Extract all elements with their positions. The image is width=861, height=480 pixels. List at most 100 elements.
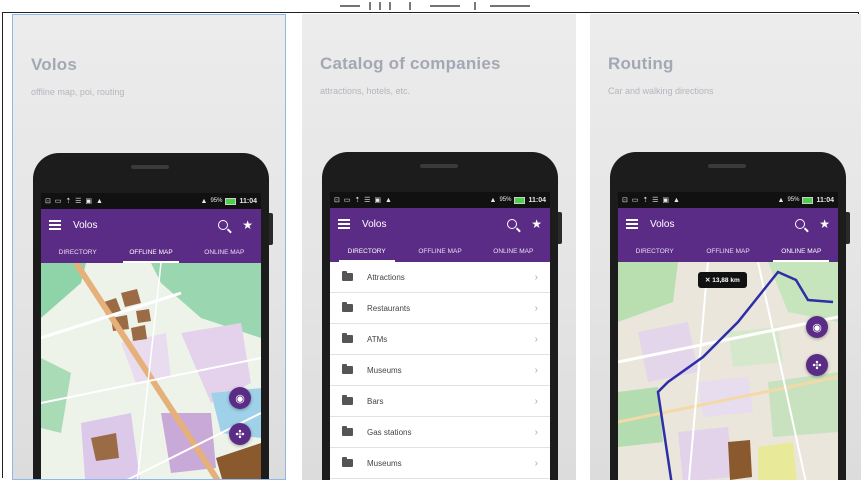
- star-icon[interactable]: ★: [242, 218, 253, 232]
- tab-directory[interactable]: DIRECTORY: [330, 240, 403, 262]
- status-time: 11:04: [528, 196, 546, 204]
- signal-icon: ▲: [489, 196, 497, 204]
- locate-button[interactable]: ◉: [229, 387, 251, 409]
- list-item[interactable]: Attractions ›: [330, 262, 550, 293]
- status-time: 11:04: [239, 197, 257, 205]
- status-notification-icons: ⊡ ▭ ⇡ ☰ ▣ ▲: [334, 197, 393, 204]
- online-map[interactable]: [618, 262, 838, 480]
- move-icon: ✣: [235, 428, 245, 441]
- folder-icon: [342, 395, 353, 405]
- move-button[interactable]: ✣: [806, 354, 828, 376]
- phone-side-button: [846, 212, 850, 244]
- online-map-view[interactable]: ✕ 13,88 km ◉ ✣: [618, 262, 838, 480]
- phone-mockup: ⊡ ▭ ⇡ ☰ ▣ ▲ ▲ 95% 11:04 Volos ★ DIRECTOR…: [322, 152, 562, 480]
- tab-online-map[interactable]: ONLINE MAP: [188, 241, 261, 263]
- locate-icon: ◉: [812, 321, 822, 334]
- screenshot-card-catalog: Catalog of companies attractions, hotels…: [302, 14, 576, 480]
- status-notification-icons: ⊡ ▭ ⇡ ☰ ▣ ▲: [622, 197, 681, 204]
- list-item[interactable]: Gas stations ›: [330, 417, 550, 448]
- battery-percent: 95%: [787, 197, 800, 203]
- phone-screen: ⊡ ▭ ⇡ ☰ ▣ ▲ ▲ 95% 11:04 Volos ★ DIRECTOR…: [330, 192, 550, 480]
- status-bar: ⊡ ▭ ⇡ ☰ ▣ ▲ ▲ 95% 11:04: [330, 192, 550, 208]
- app-bar: Volos ★: [618, 208, 838, 240]
- list-item[interactable]: Restaurants ›: [330, 293, 550, 324]
- tab-online-map[interactable]: ONLINE MAP: [477, 240, 550, 262]
- status-time: 11:04: [816, 196, 834, 204]
- screenshot-card-volos: Volos offline map, poi, routing ⊡ ▭ ⇡ ☰ …: [12, 14, 286, 480]
- chevron-right-icon: ›: [534, 457, 538, 469]
- chevron-right-icon: ›: [534, 271, 538, 283]
- list-item[interactable]: Museums ›: [330, 355, 550, 386]
- status-bar: ⊡ ▭ ⇡ ☰ ▣ ▲ ▲ 95% 11:04: [618, 192, 838, 208]
- folder-icon: [342, 302, 353, 312]
- tab-offline-map[interactable]: OFFLINE MAP: [691, 240, 764, 262]
- card-title: Routing: [608, 54, 674, 73]
- battery-percent: 95%: [499, 197, 512, 203]
- battery-percent: 95%: [210, 198, 223, 204]
- list-item[interactable]: Bars ›: [330, 386, 550, 417]
- chevron-right-icon: ›: [534, 364, 538, 376]
- phone-mockup: ⊡ ▭ ⇡ ☰ ▣ ▲ ▲ 95% 11:04 Volos ★ DIRECTOR…: [610, 152, 850, 480]
- signal-icon: ▲: [777, 196, 785, 204]
- phone-speaker: [420, 164, 458, 168]
- tab-offline-map[interactable]: OFFLINE MAP: [114, 241, 187, 263]
- folder-icon: [342, 426, 353, 436]
- directory-list: Attractions › Restaurants › ATMs › Museums ›…: [330, 262, 550, 480]
- tab-bar: DIRECTORY OFFLINE MAP ONLINE MAP: [41, 241, 261, 263]
- menu-icon[interactable]: [49, 220, 61, 230]
- app-bar: Volos ★: [41, 209, 261, 241]
- phone-speaker: [131, 165, 169, 169]
- battery-icon: [514, 196, 526, 204]
- phone-mockup: ⊡ ▭ ⇡ ☰ ▣ ▲ ▲ 95% 11:04 Volos ★ DIRECTOR…: [33, 153, 273, 480]
- move-button[interactable]: ✣: [229, 423, 251, 445]
- card-subtitle: offline map, poi, routing: [31, 87, 125, 97]
- status-notification-icons: ⊡ ▭ ⇡ ☰ ▣ ▲: [45, 198, 104, 205]
- screenshot-card-routing: Routing Car and walking directions ⊡ ▭ ⇡…: [590, 14, 861, 480]
- list-item[interactable]: ATMs ›: [330, 324, 550, 355]
- tab-offline-map[interactable]: OFFLINE MAP: [403, 240, 476, 262]
- menu-icon[interactable]: [338, 219, 350, 229]
- phone-side-button: [269, 213, 273, 245]
- route-distance: 13,88 km: [712, 277, 740, 284]
- tab-bar: DIRECTORY OFFLINE MAP ONLINE MAP: [330, 240, 550, 262]
- search-icon[interactable]: [218, 220, 229, 230]
- search-icon[interactable]: [795, 219, 806, 229]
- search-icon[interactable]: [507, 219, 518, 229]
- card-subtitle: attractions, hotels, etc.: [320, 86, 411, 96]
- folder-icon: [342, 333, 353, 343]
- signal-icon: ▲: [200, 197, 208, 205]
- card-title: Catalog of companies: [320, 54, 501, 73]
- app-title: Volos: [73, 219, 98, 231]
- chevron-right-icon: ›: [534, 333, 538, 345]
- card-subtitle: Car and walking directions: [608, 86, 714, 96]
- route-distance-chip[interactable]: ✕ 13,88 km: [698, 272, 747, 288]
- phone-speaker: [708, 164, 746, 168]
- tab-directory[interactable]: DIRECTORY: [41, 241, 114, 263]
- folder-icon: [342, 271, 353, 281]
- phone-screen: ⊡ ▭ ⇡ ☰ ▣ ▲ ▲ 95% 11:04 Volos ★ DIRECTOR…: [618, 192, 838, 480]
- battery-icon: [802, 196, 814, 204]
- app-title: Volos: [650, 218, 675, 230]
- battery-icon: [225, 197, 237, 205]
- locate-button[interactable]: ◉: [806, 316, 828, 338]
- tab-directory[interactable]: DIRECTORY: [618, 240, 691, 262]
- list-item[interactable]: Museums ›: [330, 448, 550, 479]
- app-bar: Volos ★: [330, 208, 550, 240]
- star-icon[interactable]: ★: [819, 217, 830, 231]
- folder-icon: [342, 364, 353, 374]
- star-icon[interactable]: ★: [531, 217, 542, 231]
- top-edge-artifact: [340, 2, 530, 10]
- chevron-right-icon: ›: [534, 426, 538, 438]
- tab-online-map[interactable]: ONLINE MAP: [765, 240, 838, 262]
- chevron-right-icon: ›: [534, 302, 538, 314]
- chevron-right-icon: ›: [534, 395, 538, 407]
- tab-bar: DIRECTORY OFFLINE MAP ONLINE MAP: [618, 240, 838, 262]
- card-title: Volos: [31, 55, 78, 74]
- folder-icon: [342, 457, 353, 467]
- offline-map-view[interactable]: ◉ ✣: [41, 263, 261, 480]
- phone-screen: ⊡ ▭ ⇡ ☰ ▣ ▲ ▲ 95% 11:04 Volos ★ DIRECTOR…: [41, 193, 261, 480]
- phone-side-button: [558, 212, 562, 244]
- move-icon: ✣: [812, 359, 822, 372]
- offline-map[interactable]: [41, 263, 261, 480]
- menu-icon[interactable]: [626, 219, 638, 229]
